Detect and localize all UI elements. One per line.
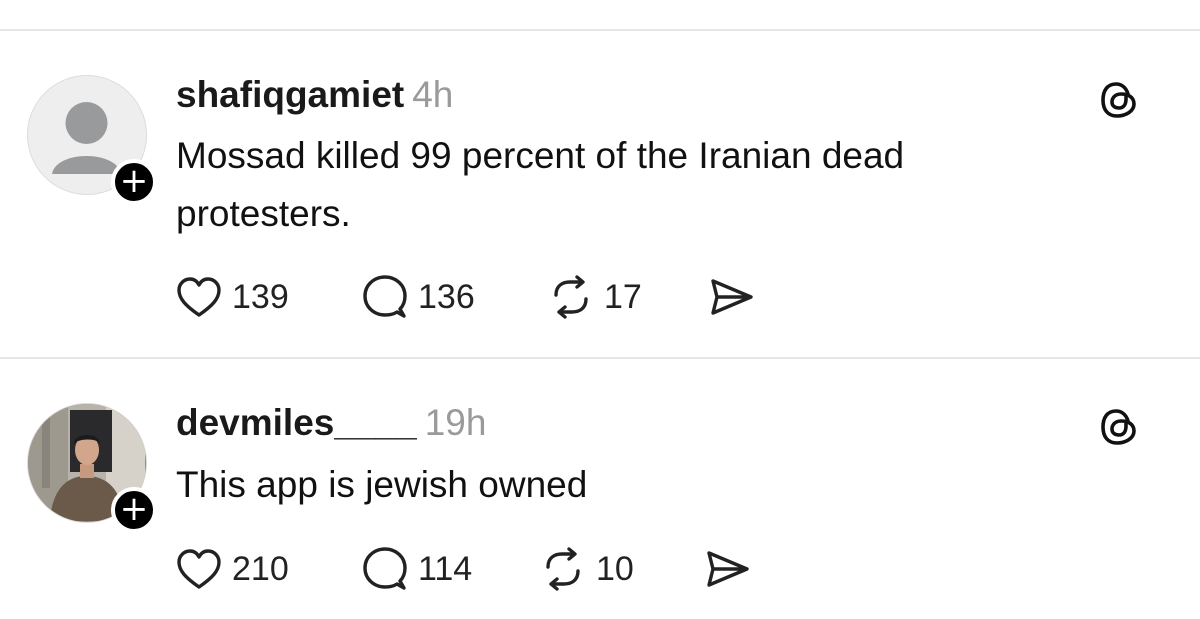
post-time: 19h (424, 402, 487, 443)
send-icon (707, 551, 749, 587)
post-divider (0, 357, 1200, 359)
comment-icon (363, 275, 407, 318)
post-2-header: devmiles____ 19h (176, 401, 486, 445)
share-button[interactable] (704, 544, 750, 594)
username[interactable]: devmiles____ (176, 402, 417, 443)
post-time: 4h (412, 74, 454, 115)
like-button[interactable]: 210 (176, 544, 289, 594)
post-1-avatar-wrap[interactable]: + (27, 75, 157, 205)
heart-icon (177, 549, 221, 589)
threads-logo-icon[interactable] (1098, 78, 1142, 122)
post-text: Mossad killed 99 percent of the Iranian … (176, 135, 905, 234)
like-count: 210 (232, 549, 289, 588)
reply-button[interactable]: 136 (362, 272, 475, 322)
repost-icon (554, 275, 588, 319)
comment-icon (363, 547, 407, 590)
reply-count: 136 (418, 277, 475, 316)
top-divider (0, 29, 1200, 31)
repost-count: 10 (596, 549, 634, 588)
post-2-avatar-wrap[interactable]: + (27, 403, 157, 533)
username[interactable]: shafiqgamiet (176, 74, 404, 115)
repost-icon (546, 547, 580, 591)
threads-logo-icon[interactable] (1098, 405, 1142, 449)
post-text: This app is jewish owned (176, 464, 588, 505)
follow-plus-icon[interactable]: + (111, 487, 157, 533)
like-button[interactable]: 139 (176, 272, 289, 322)
post-1-header: shafiqgamiet 4h (176, 73, 453, 117)
like-count: 139 (232, 277, 289, 316)
reply-count: 114 (418, 549, 473, 588)
reply-button[interactable]: 114 (362, 544, 472, 594)
follow-plus-icon[interactable]: + (111, 159, 157, 205)
repost-button[interactable]: 10 (540, 544, 634, 594)
share-button[interactable] (708, 272, 754, 322)
send-icon (711, 279, 753, 315)
repost-count: 17 (604, 277, 642, 316)
repost-button[interactable]: 17 (548, 272, 642, 322)
heart-icon (177, 277, 221, 317)
